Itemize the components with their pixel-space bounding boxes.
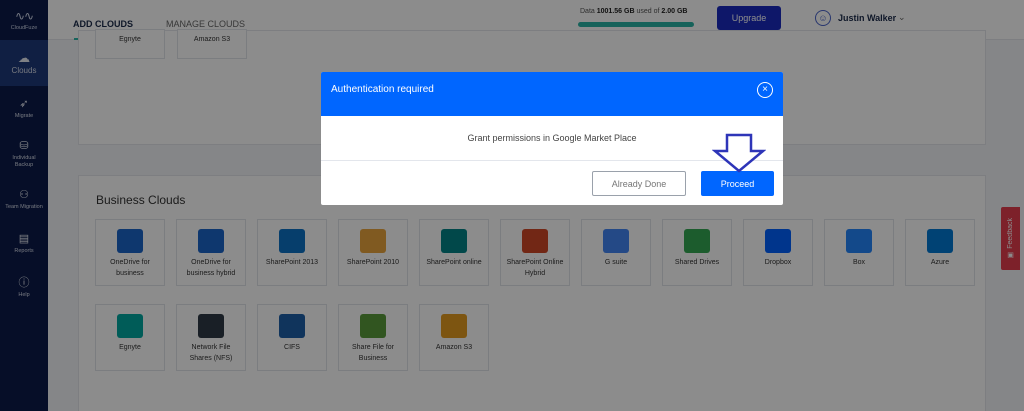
close-icon[interactable]: × <box>757 82 773 98</box>
modal-title: Authentication required <box>331 84 434 95</box>
arrow-down-icon <box>712 133 766 173</box>
proceed-button[interactable]: Proceed <box>701 171 774 196</box>
already-done-button[interactable]: Already Done <box>592 171 686 196</box>
modal-backdrop[interactable] <box>0 0 1024 411</box>
modal-header: Authentication required × <box>321 72 783 116</box>
